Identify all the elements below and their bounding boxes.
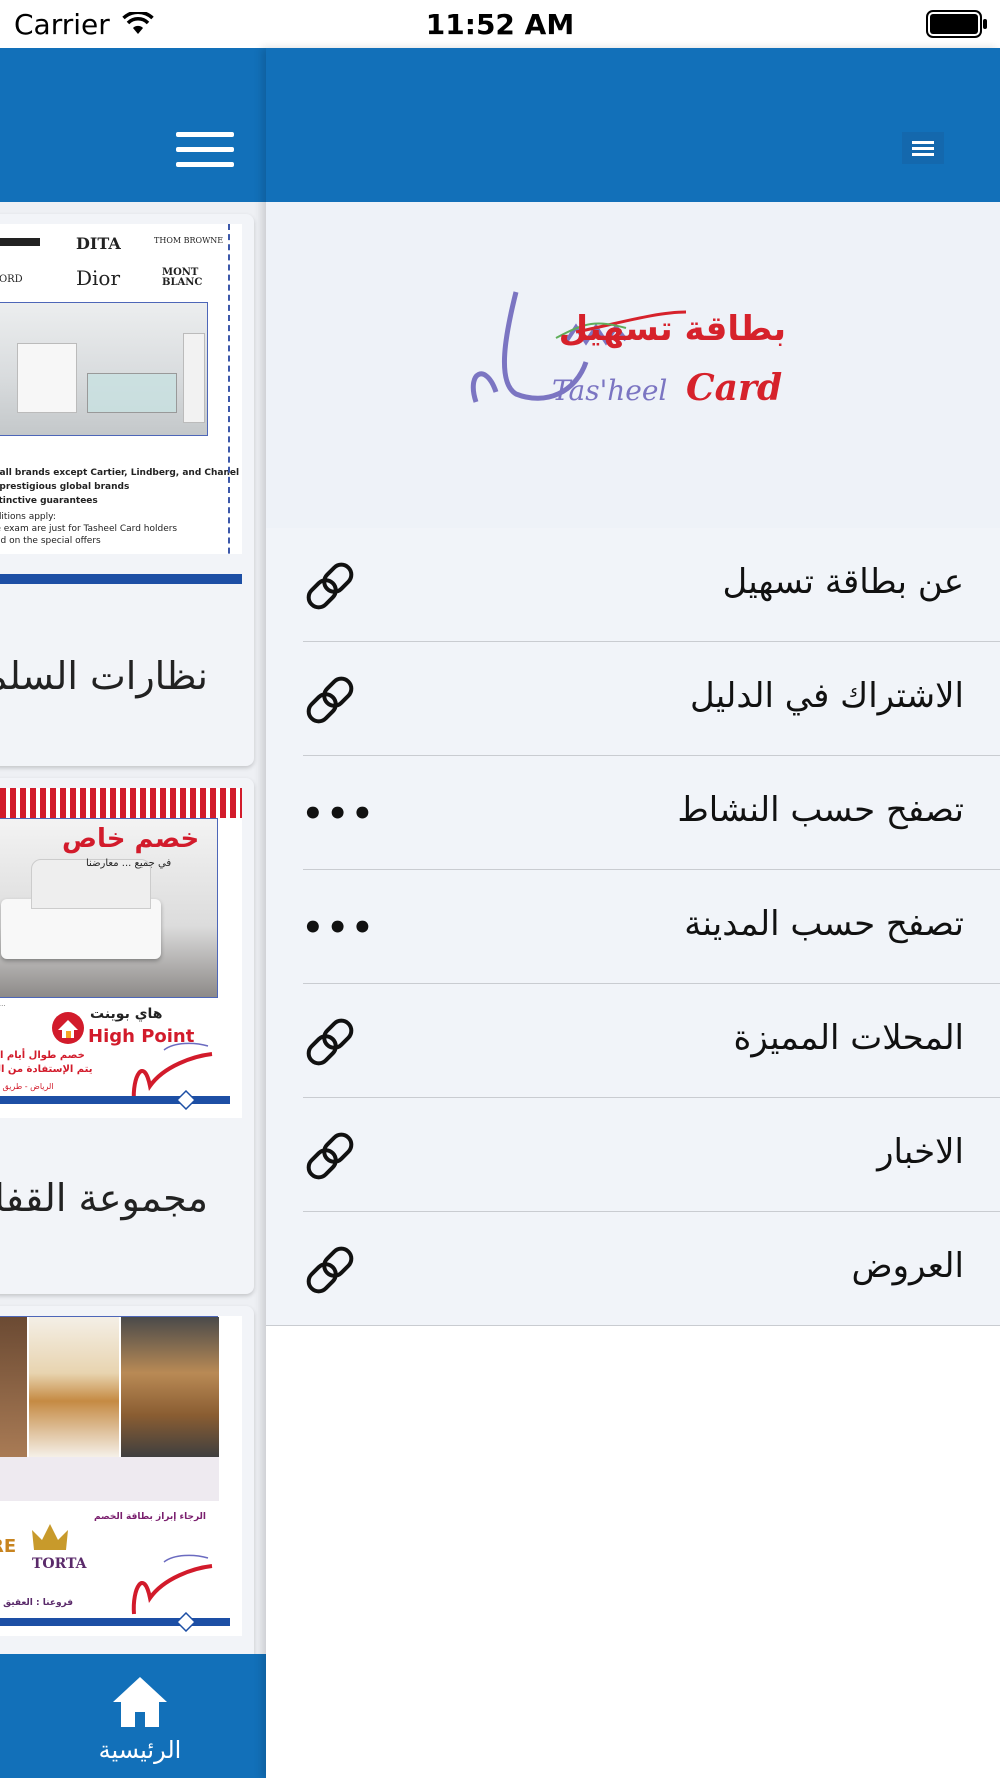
tab-home[interactable]: الرئيسية <box>0 1654 266 1778</box>
offer-title: نظارات السلم <box>0 654 208 698</box>
brand-ford: FORD <box>0 274 23 285</box>
main-header <box>0 48 266 202</box>
offer-title: مجموعة القفار <box>0 1176 208 1220</box>
offer-image: DITA THOM BROWNE FORD Dior MONT BLANC n … <box>0 224 242 554</box>
page-badge <box>176 1612 196 1632</box>
tasheel-card-logo: Tas'heel بطاقة تسهيل Card <box>470 291 786 409</box>
food-photo <box>0 1316 219 1501</box>
store-name-ar: هاي بوينت <box>90 1006 163 1022</box>
ad-line: n all brands except Cartier, Lindberg, a… <box>0 468 242 478</box>
logo-card: Card <box>686 367 782 409</box>
menu-item-label: المحلات المميزة <box>733 1018 964 1058</box>
side-drawer: Tas'heel بطاقة تسهيل Card عن بطاقة تسهيل… <box>266 48 1000 1778</box>
offer-image: خصم خاص في جميع ... معارضنا ....... هاي … <box>0 788 242 1118</box>
tab-home-label: الرئيسية <box>98 1736 182 1764</box>
more-icon: ••• <box>302 908 377 948</box>
ad-line: الرياض - طريق الم <box>0 1082 54 1091</box>
torta-logo: TORTA <box>32 1556 87 1572</box>
highpoint-logo-icon <box>52 1012 84 1044</box>
ad-line: ye exam are just for Tasheel Card holder… <box>0 524 178 534</box>
ad-line: فروعنا : العقيق - ا <box>0 1598 74 1608</box>
ad-line: الرجاء إبراز بطاقة الخصم <box>94 1512 207 1522</box>
more-icon: ••• <box>302 794 377 834</box>
link-icon <box>306 676 354 724</box>
ad-line: 0 prestigious global brands <box>0 482 130 492</box>
drawer-menu: عن بطاقة تسهيل الاشتراك في الدليل ••• تص… <box>266 528 1000 1326</box>
ad-line: يتم الإستفادة من الخ <box>0 1064 93 1075</box>
tasheel-mini-logo <box>131 1554 213 1615</box>
brand-dita: DITA <box>76 234 121 253</box>
highpoint-logo <box>50 1010 86 1050</box>
menu-item-label: الاخبار <box>877 1132 964 1172</box>
logo-arabic: بطاقة تسهيل <box>559 309 786 349</box>
torta-crown-icon <box>32 1524 68 1550</box>
brand-thom-browne: THOM BROWNE <box>154 236 224 245</box>
ad-line: nditions apply: <box>0 512 56 522</box>
offers-list[interactable]: DITA THOM BROWNE FORD Dior MONT BLANC n … <box>0 202 266 1654</box>
battery-icon <box>926 10 987 38</box>
drawer-logo-area: Tas'heel بطاقة تسهيل Card <box>266 202 1000 528</box>
menu-item-subscribe[interactable]: الاشتراك في الدليل <box>266 642 1000 756</box>
logo-latin: Tas'heel <box>552 374 667 407</box>
menu-item-news[interactable]: الاخبار <box>266 1098 1000 1212</box>
ad-line: خصم طوال أيام ا <box>0 1050 85 1061</box>
promo-heading: خصم خاص <box>62 824 200 854</box>
store-photo <box>0 302 208 436</box>
offer-image: الرجاء إبراز بطاقة الخصم TORTA RE فروعنا… <box>0 1316 242 1636</box>
ad-line: istinctive guarantees <box>0 496 98 506</box>
drawer-menu-button[interactable] <box>902 132 944 164</box>
promo-sub: في جميع ... معارضنا <box>86 858 172 869</box>
menu-item-label: تصفح حسب المدينة <box>684 904 964 944</box>
drawer-header <box>266 48 1000 202</box>
status-bar: Carrier 11:52 AM <box>0 0 1000 48</box>
hamburger-menu-icon[interactable] <box>176 132 234 168</box>
menu-item-label: تصفح حسب النشاط <box>677 790 964 830</box>
menu-item-offers[interactable]: العروض <box>266 1212 1000 1326</box>
link-icon <box>306 562 354 610</box>
brand-montblanc: MONT BLANC <box>162 267 203 288</box>
menu-item-label: عن بطاقة تسهيل <box>722 562 964 602</box>
clock: 11:52 AM <box>425 8 575 41</box>
page-badge <box>176 1090 196 1110</box>
menu-item-about[interactable]: عن بطاقة تسهيل <box>266 528 1000 642</box>
link-icon <box>306 1018 354 1066</box>
link-icon <box>306 1246 354 1294</box>
home-icon <box>113 1677 167 1727</box>
brand-dior: Dior <box>76 266 121 290</box>
menu-item-label: الاشتراك في الدليل <box>689 676 964 716</box>
menu-item-browse-activity[interactable]: ••• تصفح حسب النشاط <box>266 756 1000 870</box>
link-icon <box>306 1132 354 1180</box>
offer-card[interactable]: خصم خاص في جميع ... معارضنا ....... هاي … <box>0 778 254 1294</box>
menu-item-featured-stores[interactable]: المحلات المميزة <box>266 984 1000 1098</box>
offer-card[interactable]: الرجاء إبراز بطاقة الخصم TORTA RE فروعنا… <box>0 1306 254 1654</box>
menu-item-browse-city[interactable]: ••• تصفح حسب المدينة <box>266 870 1000 984</box>
bottom-tab-bar: الرئيسية <box>0 1654 266 1778</box>
offer-card[interactable]: DITA THOM BROWNE FORD Dior MONT BLANC n … <box>0 214 254 766</box>
menu-item-label: العروض <box>851 1246 965 1286</box>
ad-line: lied on the special offers <box>0 536 101 546</box>
